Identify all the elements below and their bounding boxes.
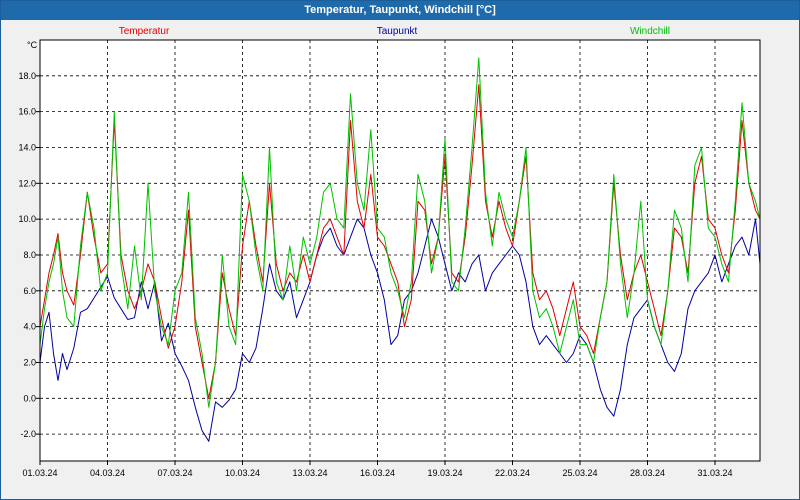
y-tick-label: 18.0 xyxy=(18,71,36,81)
legend-item-windchill: Windchill xyxy=(630,26,670,37)
x-tick-label: 16.03.24 xyxy=(360,468,395,478)
x-tick-label: 25.03.24 xyxy=(562,468,597,478)
y-tick-label: 8.0 xyxy=(23,250,36,260)
y-tick-label: 0.0 xyxy=(23,393,36,403)
x-tick-label: 19.03.24 xyxy=(427,468,462,478)
y-axis: -2.0 0.0 2.0 4.0 6.0 8.0 10.0 12.0 14.0 16.0 18.0 xyxy=(18,71,40,439)
legend-item-temperatur: Temperatur xyxy=(119,26,170,37)
y-tick-label: 12.0 xyxy=(18,178,36,188)
legend: Taupunkt Temperatur Windchill xyxy=(119,26,670,37)
x-tick-label: 04.03.24 xyxy=(90,468,125,478)
y-tick-label: 14.0 xyxy=(18,142,36,152)
legend-item-taupunkt: Taupunkt xyxy=(377,26,418,37)
x-tick-label: 01.03.24 xyxy=(22,468,57,478)
x-tick-label: 31.03.24 xyxy=(697,468,732,478)
line-chart: -2.00.02.04.06.08.010.012.014.016.018.0 … xyxy=(18,26,761,478)
y-tick-label: 6.0 xyxy=(23,286,36,296)
y-tick-label: 16.0 xyxy=(18,107,36,117)
y-axis-unit-label: °C xyxy=(27,40,38,50)
y-tick-label: 4.0 xyxy=(23,322,36,332)
x-axis: 01.03.24 04.03.24 07.03.24 10.03.24 13.03.24… xyxy=(22,461,733,478)
y-tick-label: 2.0 xyxy=(23,357,36,367)
x-tick-label: 10.03.24 xyxy=(225,468,260,478)
x-tick-label: 22.03.24 xyxy=(495,468,530,478)
x-tick-label: 13.03.24 xyxy=(292,468,327,478)
y-tick-label: -2.0 xyxy=(20,429,36,439)
x-tick-label: 07.03.24 xyxy=(157,468,192,478)
y-tick-label: 10.0 xyxy=(18,214,36,224)
plot-area xyxy=(40,40,760,461)
x-tick-label: 28.03.24 xyxy=(630,468,665,478)
